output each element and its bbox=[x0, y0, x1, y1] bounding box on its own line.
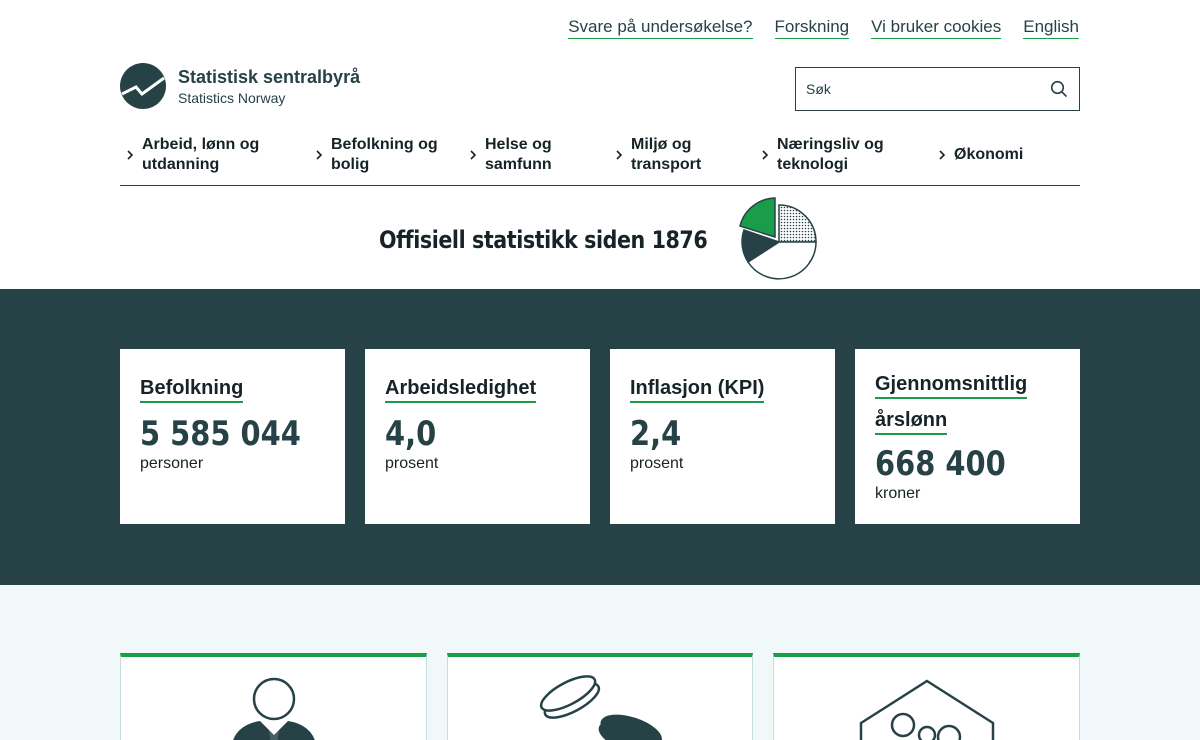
topic-tile[interactable] bbox=[447, 653, 753, 740]
key-figure-card[interactable]: Befolkning 5 585 044 personer bbox=[120, 349, 345, 524]
cookies-link[interactable]: Vi bruker cookies bbox=[871, 17, 1002, 39]
search-box bbox=[795, 67, 1080, 111]
nav-label-line2: bolig bbox=[331, 156, 370, 173]
key-figure-title[interactable]: Befolkning bbox=[140, 377, 244, 403]
nav-label-line2: samfunn bbox=[485, 156, 552, 173]
key-figure-value: 2,4 bbox=[630, 414, 682, 454]
chevron-right-icon bbox=[470, 150, 477, 160]
chevron-right-icon bbox=[616, 150, 623, 160]
topic-tile[interactable] bbox=[773, 653, 1080, 740]
search-icon bbox=[1050, 80, 1067, 97]
main-nav: Arbeid, lønn og utdanning Befolkning og bo… bbox=[120, 132, 1080, 186]
nav-label-line1: Miljø og bbox=[631, 136, 692, 153]
coins-icon bbox=[539, 675, 662, 740]
research-link[interactable]: Forskning bbox=[774, 17, 850, 39]
pie-chart-icon bbox=[739, 197, 817, 280]
key-figure-unit: prosent bbox=[385, 455, 439, 472]
nav-item-naeringsliv[interactable]: Næringsliv og teknologi bbox=[759, 135, 884, 175]
key-figures-section: Befolkning 5 585 044 personer Arbeidsled… bbox=[0, 289, 1200, 585]
chevron-right-icon bbox=[939, 150, 946, 160]
key-figure-card[interactable]: Arbeidsledighet 4,0 prosent bbox=[365, 349, 590, 524]
logo-name: Statistisk sentralbyrå bbox=[178, 66, 361, 87]
nav-label-line1: Befolkning og bbox=[331, 136, 438, 153]
nav-item-arbeid[interactable]: Arbeid, lønn og utdanning bbox=[124, 135, 259, 175]
key-figure-value: 4,0 bbox=[385, 414, 437, 454]
ssb-logo-icon bbox=[120, 63, 166, 109]
nav-item-helse[interactable]: Helse og samfunn bbox=[467, 135, 552, 175]
search-input[interactable] bbox=[796, 68, 1039, 110]
nav-label-line2: utdanning bbox=[142, 156, 220, 173]
key-figure-title[interactable]: Gjennomsnittlig årslønn bbox=[875, 373, 1028, 435]
key-figure-title[interactable]: Inflasjon (KPI) bbox=[630, 377, 765, 403]
topic-tiles-section bbox=[0, 585, 1200, 740]
key-figure-value: 668 400 bbox=[875, 444, 1006, 484]
chevron-right-icon bbox=[316, 150, 323, 160]
key-figure-title[interactable]: Arbeidsledighet bbox=[385, 377, 537, 403]
topic-tile[interactable] bbox=[120, 653, 427, 740]
nav-item-okonomi[interactable]: Økonomi bbox=[936, 145, 1023, 165]
nav-item-befolkning[interactable]: Befolkning og bolig bbox=[313, 135, 438, 175]
nav-label-line2: teknologi bbox=[777, 156, 849, 173]
logo-subtitle: Statistics Norway bbox=[178, 89, 286, 106]
key-figure-unit: personer bbox=[140, 455, 204, 472]
nav-label-line2: transport bbox=[631, 156, 702, 173]
key-figure-unit: kroner bbox=[875, 485, 921, 502]
house-family-icon bbox=[859, 679, 994, 740]
english-link[interactable]: English bbox=[1023, 17, 1079, 39]
nav-label-line1: Næringsliv og bbox=[777, 136, 884, 153]
key-figure-card[interactable]: Inflasjon (KPI) 2,4 prosent bbox=[610, 349, 835, 524]
chevron-right-icon bbox=[127, 150, 134, 160]
people-icon bbox=[232, 677, 315, 740]
utility-links: Svare på undersøkelse? Forskning Vi bruk… bbox=[568, 17, 1079, 39]
chevron-right-icon bbox=[762, 150, 769, 160]
ssb-logo[interactable]: Statistisk sentralbyrå Statistics Norway bbox=[120, 63, 360, 109]
nav-label-line1: Helse og bbox=[485, 136, 552, 153]
survey-link[interactable]: Svare på undersøkelse? bbox=[568, 17, 753, 39]
key-figure-unit: prosent bbox=[630, 455, 684, 472]
page-title: Offisiell statistikk siden 1876 bbox=[379, 226, 708, 254]
key-figure-value: 5 585 044 bbox=[140, 414, 301, 454]
nav-label-line1: Økonomi bbox=[954, 146, 1024, 163]
search-button[interactable] bbox=[1039, 68, 1079, 110]
nav-label-line1: Arbeid, lønn og bbox=[142, 136, 260, 153]
nav-item-miljo[interactable]: Miljø og transport bbox=[613, 135, 701, 175]
key-figure-card[interactable]: Gjennomsnittlig årslønn 668 400 kroner bbox=[855, 349, 1080, 524]
